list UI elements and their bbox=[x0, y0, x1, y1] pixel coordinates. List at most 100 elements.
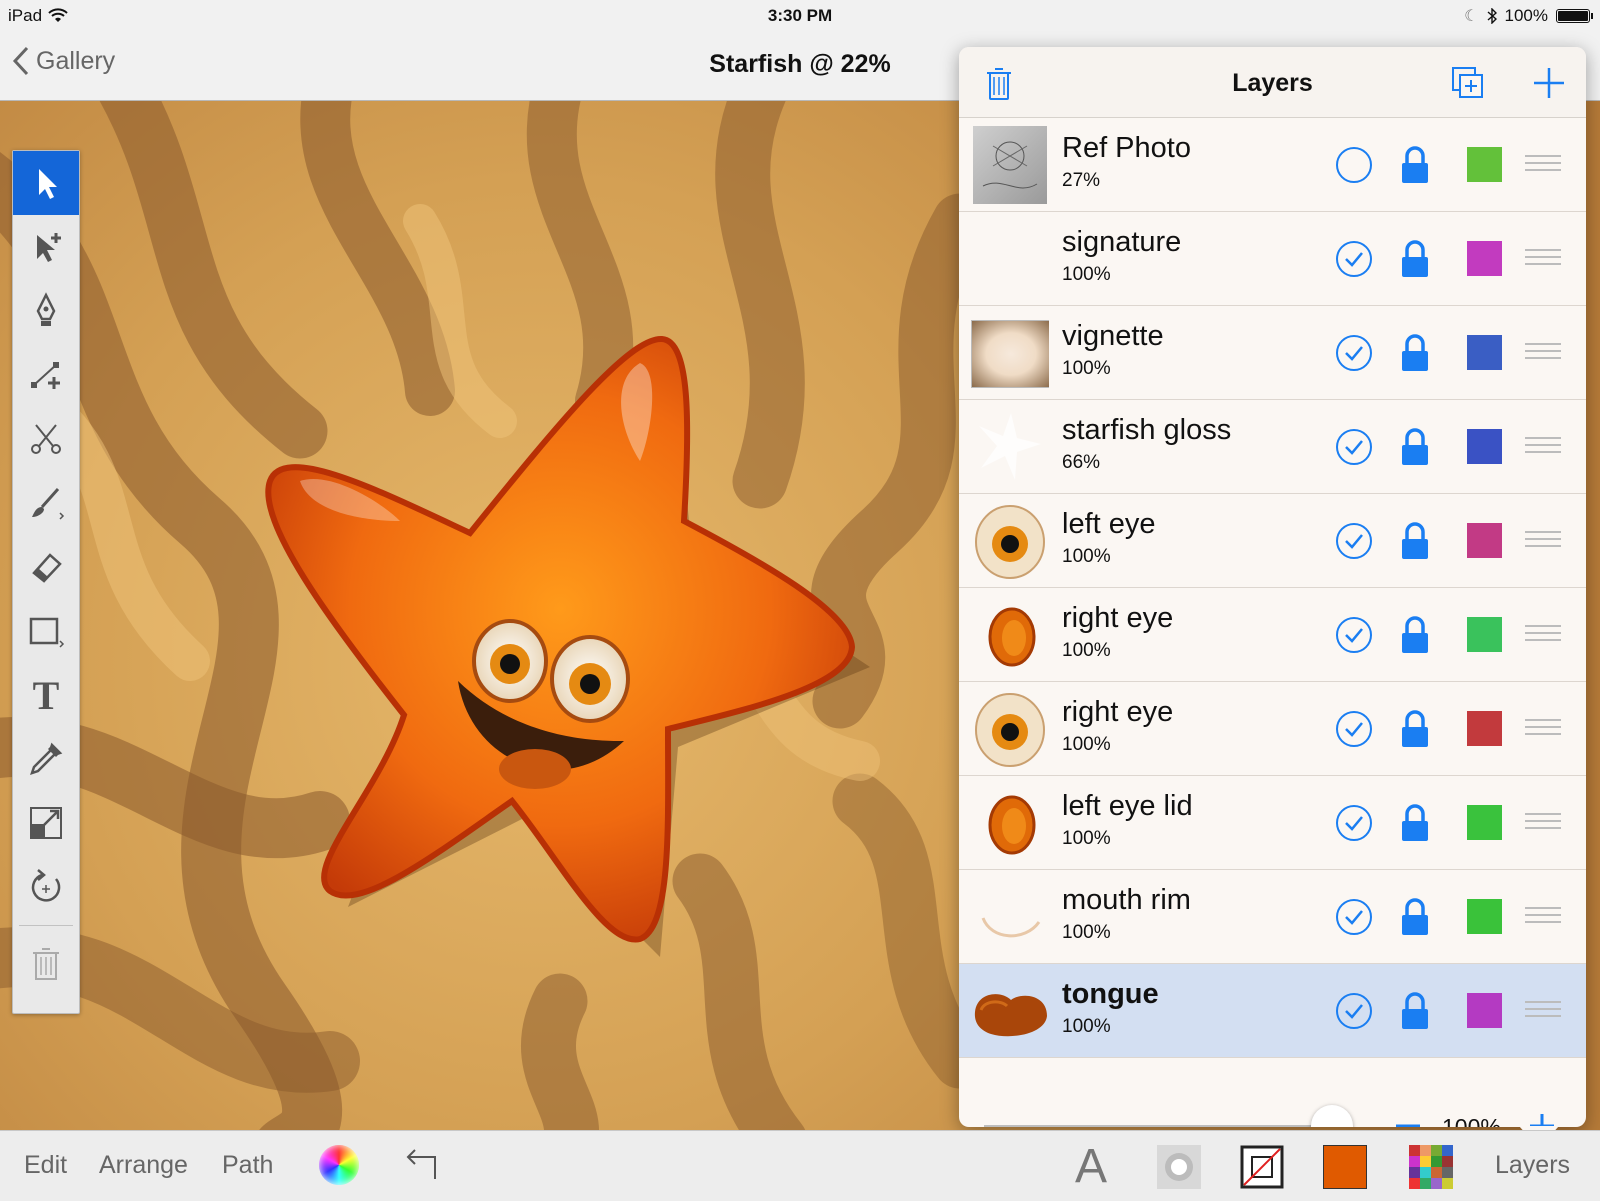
swatches-button[interactable] bbox=[1409, 1145, 1453, 1196]
select-tool[interactable] bbox=[13, 151, 79, 215]
lock-toggle[interactable] bbox=[1400, 427, 1430, 467]
layer-thumbnail bbox=[971, 502, 1049, 580]
visibility-toggle[interactable] bbox=[1335, 334, 1373, 372]
drag-handle-icon[interactable] bbox=[1525, 813, 1561, 833]
drag-handle-icon[interactable] bbox=[1525, 1001, 1561, 1021]
layer-thumbnail bbox=[971, 314, 1049, 392]
layer-row[interactable]: vignette 100% bbox=[959, 306, 1586, 400]
visibility-toggle[interactable] bbox=[1335, 804, 1373, 842]
lock-toggle[interactable] bbox=[1400, 897, 1430, 937]
lock-toggle[interactable] bbox=[1400, 991, 1430, 1031]
eyedropper-icon bbox=[30, 742, 63, 775]
drag-handle-icon[interactable] bbox=[1525, 343, 1561, 363]
drag-handle-icon[interactable] bbox=[1525, 625, 1561, 645]
layer-color-swatch[interactable] bbox=[1467, 899, 1502, 934]
pen-tool[interactable] bbox=[13, 279, 79, 343]
layer-row[interactable]: mouth rim 100% bbox=[959, 870, 1586, 964]
battery-percent: 100% bbox=[1504, 6, 1548, 25]
font-a-icon: A bbox=[1075, 1140, 1108, 1193]
rotate-tool[interactable] bbox=[13, 855, 79, 919]
edit-menu-button[interactable]: Edit bbox=[24, 1151, 67, 1180]
drag-handle-icon[interactable] bbox=[1525, 155, 1561, 175]
opacity-slider-track[interactable] bbox=[984, 1125, 1332, 1127]
back-button[interactable]: Gallery bbox=[12, 46, 115, 76]
layer-row[interactable]: signature 100% bbox=[959, 212, 1586, 306]
layer-thumbnail bbox=[971, 596, 1049, 674]
layer-color-swatch[interactable] bbox=[1467, 617, 1502, 652]
fill-color-button[interactable] bbox=[1323, 1145, 1367, 1189]
text-tool[interactable]: T bbox=[13, 663, 79, 727]
lock-toggle[interactable] bbox=[1400, 239, 1430, 279]
fill-color-swatch bbox=[1323, 1145, 1367, 1189]
lock-toggle[interactable] bbox=[1400, 803, 1430, 843]
eraser-tool[interactable] bbox=[13, 535, 79, 599]
visibility-toggle[interactable] bbox=[1335, 146, 1373, 184]
color-wheel-button[interactable] bbox=[319, 1145, 359, 1185]
add-node-tool[interactable] bbox=[13, 343, 79, 407]
layer-color-swatch[interactable] bbox=[1467, 711, 1502, 746]
stroke-color-button[interactable] bbox=[1240, 1145, 1284, 1196]
add-layer-button[interactable] bbox=[1529, 63, 1569, 103]
arrange-menu-button[interactable]: Arrange bbox=[99, 1151, 188, 1180]
battery-icon bbox=[1556, 9, 1593, 23]
visibility-toggle[interactable] bbox=[1335, 428, 1373, 466]
drag-handle-icon[interactable] bbox=[1525, 249, 1561, 269]
layer-row[interactable]: right eye 100% bbox=[959, 588, 1586, 682]
layer-row[interactable]: tongue 100% bbox=[959, 964, 1586, 1058]
lock-icon bbox=[1400, 522, 1430, 565]
layer-row[interactable]: left eye 100% bbox=[959, 494, 1586, 588]
delete-tool[interactable] bbox=[13, 931, 79, 995]
duplicate-layer-button[interactable] bbox=[1448, 63, 1488, 103]
layer-row[interactable]: left eye lid 100% bbox=[959, 776, 1586, 870]
checkmark-circle-icon bbox=[1335, 241, 1373, 282]
rectangle-tool[interactable] bbox=[13, 599, 79, 663]
lock-toggle[interactable] bbox=[1400, 333, 1430, 373]
layer-color-swatch[interactable] bbox=[1467, 429, 1502, 464]
visibility-toggle[interactable] bbox=[1335, 616, 1373, 654]
undo-button[interactable] bbox=[403, 1145, 439, 1188]
layer-name: signature bbox=[1062, 226, 1182, 258]
rectangle-icon bbox=[29, 617, 65, 648]
visibility-toggle[interactable] bbox=[1335, 710, 1373, 748]
lock-icon bbox=[1400, 240, 1430, 283]
status-bar: iPad 3:30 PM ☾ 100% bbox=[0, 0, 1600, 32]
layer-color-swatch[interactable] bbox=[1467, 805, 1502, 840]
drag-handle-icon[interactable] bbox=[1525, 531, 1561, 551]
layer-color-swatch[interactable] bbox=[1467, 335, 1502, 370]
layer-color-swatch[interactable] bbox=[1467, 241, 1502, 276]
increase-opacity-button[interactable] bbox=[1528, 1112, 1556, 1127]
scissors-tool[interactable] bbox=[13, 407, 79, 471]
layer-row[interactable]: Ref Photo 27% bbox=[959, 118, 1586, 212]
layer-color-swatch[interactable] bbox=[1467, 993, 1502, 1028]
layer-row[interactable]: right eye 100% bbox=[959, 682, 1586, 776]
lock-toggle[interactable] bbox=[1400, 615, 1430, 655]
checkmark-circle-icon bbox=[1335, 429, 1373, 470]
visibility-toggle[interactable] bbox=[1335, 522, 1373, 560]
visibility-toggle[interactable] bbox=[1335, 240, 1373, 278]
lock-icon bbox=[1400, 804, 1430, 847]
lock-toggle[interactable] bbox=[1400, 145, 1430, 185]
layer-name: starfish gloss bbox=[1062, 414, 1232, 446]
font-button[interactable]: A bbox=[1075, 1139, 1107, 1194]
layers-button[interactable]: Layers bbox=[1495, 1151, 1570, 1180]
stroke-style-button[interactable] bbox=[1157, 1145, 1201, 1196]
path-menu-button[interactable]: Path bbox=[222, 1151, 273, 1180]
scale-tool[interactable] bbox=[13, 791, 79, 855]
layer-color-swatch[interactable] bbox=[1467, 147, 1502, 182]
decrease-opacity-button[interactable] bbox=[1395, 1116, 1421, 1127]
visibility-toggle[interactable] bbox=[1335, 898, 1373, 936]
lock-toggle[interactable] bbox=[1400, 709, 1430, 749]
opacity-slider-thumb[interactable] bbox=[1311, 1105, 1353, 1127]
visibility-toggle[interactable] bbox=[1335, 992, 1373, 1030]
drag-handle-icon[interactable] bbox=[1525, 437, 1561, 457]
layer-row[interactable]: starfish gloss 66% bbox=[959, 400, 1586, 494]
brush-tool[interactable] bbox=[13, 471, 79, 535]
drag-handle-icon[interactable] bbox=[1525, 907, 1561, 927]
layer-name: left eye lid bbox=[1062, 790, 1193, 822]
lock-icon bbox=[1400, 334, 1430, 377]
layer-color-swatch[interactable] bbox=[1467, 523, 1502, 558]
drag-handle-icon[interactable] bbox=[1525, 719, 1561, 739]
eyedropper-tool[interactable] bbox=[13, 727, 79, 791]
lock-toggle[interactable] bbox=[1400, 521, 1430, 561]
direct-select-tool[interactable] bbox=[13, 215, 79, 279]
